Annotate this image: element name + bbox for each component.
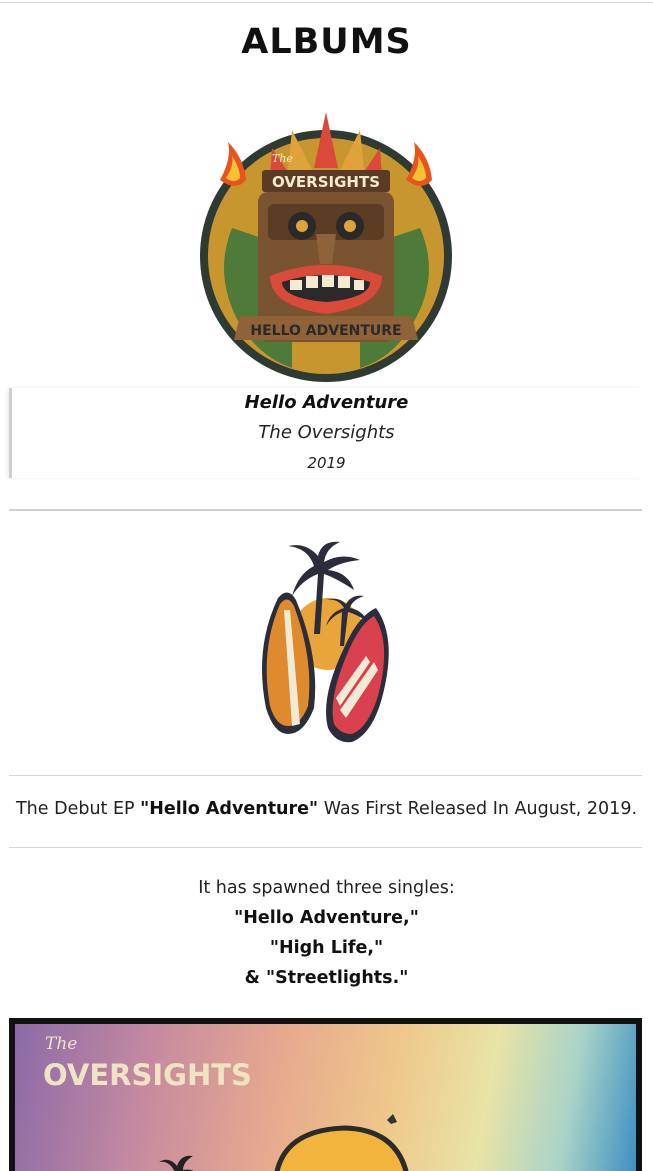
single-item: "Hello Adventure," [234,908,419,928]
album-art-band-text: OVERSIGHTS [272,173,380,191]
surfboards-palm-icon [262,541,389,743]
section-divider [9,509,642,511]
top-divider [0,2,653,3]
debut-ep-title: "Hello Adventure" [140,799,319,819]
cover-band-name: OVERSIGHTS [43,1058,252,1092]
singles-list: It has spawned three singles: "Hello Adv… [0,873,653,993]
singles-intro: It has spawned three singles: [198,878,455,898]
section-divider [9,847,642,848]
album-cover-art[interactable]: OVERSIGHTS The HELLO ADVENTURE [192,108,460,388]
cover-the-text: The [45,1034,78,1054]
cover-illustration [159,1114,409,1171]
album-name[interactable]: Hello Adventure [12,392,641,413]
album-year: 2019 [307,454,346,472]
album-art-the-text: The [272,152,293,165]
debut-suffix: Was First Released In August, 2019. [318,799,638,819]
debut-prefix: The Debut EP [15,799,141,819]
single-item: "High Life," [269,938,384,958]
album-artist: The Oversights [258,422,395,443]
section-divider [9,775,642,776]
album-art-banner-text: HELLO ADVENTURE [250,323,401,339]
single-cover-art[interactable]: The OVERSIGHTS [9,1018,642,1171]
page-title: ALBUMS [241,22,412,62]
single-item: & "Streetlights." [244,968,409,988]
debut-release-text: The Debut EP "Hello Adventure" Was First… [0,799,653,819]
album-info-card: Hello Adventure The Oversights 2019 [9,388,641,478]
